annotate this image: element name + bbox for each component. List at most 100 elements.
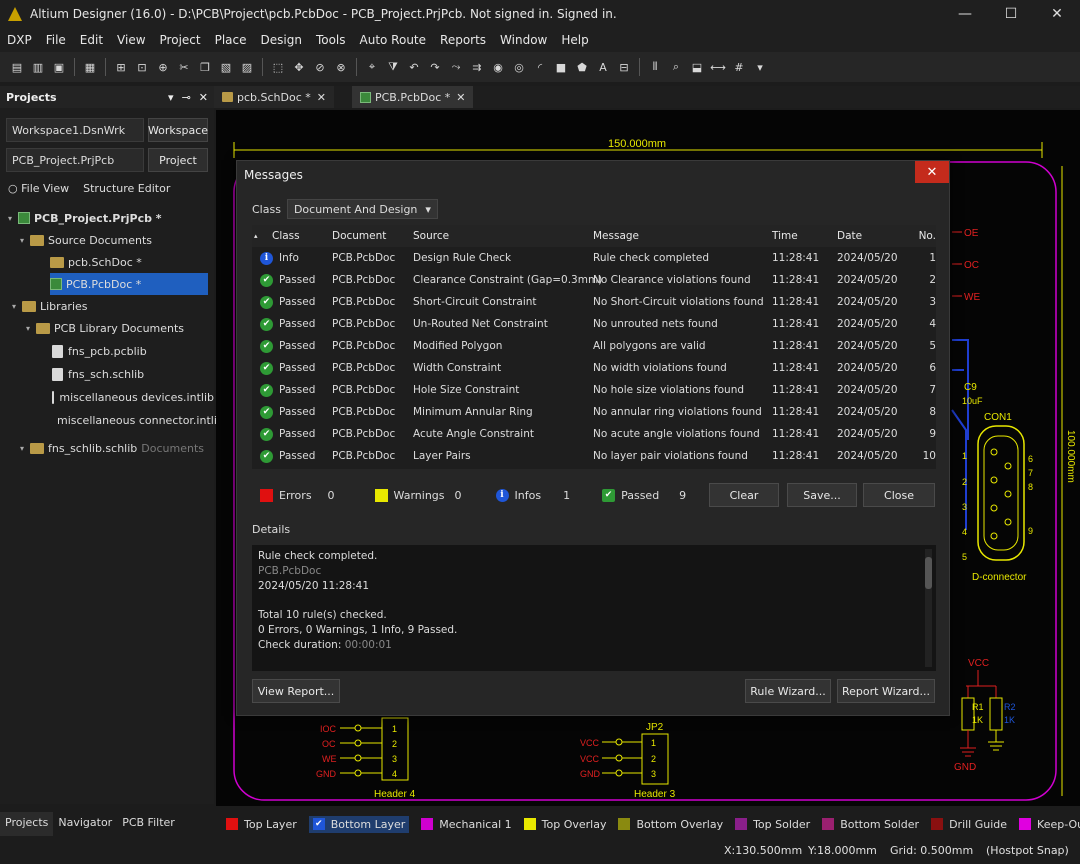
tab-projects[interactable]: Projects	[0, 812, 54, 836]
table-row[interactable]: ✔ Passed PCB.PcbDoc Width Constraint No widt…	[252, 357, 936, 379]
workspace-button[interactable]: Workspace	[148, 118, 208, 142]
zoom-selected-icon[interactable]: ⊕	[154, 58, 172, 76]
menu-tools[interactable]: Tools	[309, 33, 353, 47]
select-area-icon[interactable]: ⬚	[269, 58, 287, 76]
tab-navigator[interactable]: Navigator	[53, 812, 117, 836]
layer-tab-drill-guide[interactable]: Drill Guide	[931, 818, 1007, 831]
place-polygon-icon[interactable]: ⬟	[573, 58, 591, 76]
redo-icon[interactable]: ↷	[426, 58, 444, 76]
copy-icon[interactable]: ❐	[196, 58, 214, 76]
menu-auto-route[interactable]: Auto Route	[353, 33, 434, 47]
infos-count[interactable]: i Infos 1	[495, 488, 570, 502]
tab-sch-doc[interactable]: pcb.SchDoc * ✕	[214, 86, 334, 108]
column-header-class[interactable]: Class	[260, 230, 332, 242]
save-button[interactable]: Save...	[787, 483, 857, 507]
place-string-icon[interactable]: A	[594, 58, 612, 76]
tree-item-lib-4[interactable]: miscellaneous connector.intlib	[0, 409, 224, 431]
menu-place[interactable]: Place	[208, 33, 254, 47]
tree-item-lib-1[interactable]: fns_pcb.pcblib	[0, 340, 214, 362]
maximize-button[interactable]: ☐	[988, 0, 1034, 28]
move-icon[interactable]: ✥	[290, 58, 308, 76]
pin-icon[interactable]: ⊸	[182, 91, 191, 104]
warnings-count[interactable]: Warnings 0	[374, 488, 462, 502]
table-row[interactable]: ✔ Passed PCB.PcbDoc Modified Polygon All pol…	[252, 335, 936, 357]
interactive-route-icon[interactable]: ⤳	[447, 58, 465, 76]
cut-icon[interactable]: ✂	[175, 58, 193, 76]
table-row[interactable]: i Info PCB.PcbDoc Design Rule Check Rule che…	[252, 247, 936, 269]
menu-reports[interactable]: Reports	[433, 33, 493, 47]
layer-tab-top-overlay[interactable]: Top Overlay	[523, 818, 606, 831]
align-icon[interactable]: ⫴	[646, 58, 664, 76]
class-filter-select[interactable]: Document And Design ▾	[286, 199, 438, 219]
menu-view[interactable]: View	[110, 33, 152, 47]
project-button[interactable]: Project	[148, 148, 208, 172]
structure-editor-radio[interactable]: Structure Editor	[83, 182, 170, 195]
deselect-icon[interactable]: ⊘	[311, 58, 329, 76]
layer-tab-keep-out-layer[interactable]: Keep-Out Layer	[1019, 818, 1080, 831]
panel-menu-icon[interactable]: ▾	[168, 91, 174, 104]
layer-tab-bottom-solder[interactable]: Bottom Solder	[822, 818, 919, 831]
undo-icon[interactable]: ↶	[405, 58, 423, 76]
tab-close-icon[interactable]: ✕	[317, 91, 326, 104]
place-component-icon[interactable]: ⊟	[615, 58, 633, 76]
view-report-button[interactable]: View Report...	[252, 679, 340, 703]
new-file-icon[interactable]: ▤	[8, 58, 26, 76]
menu-help[interactable]: Help	[554, 33, 595, 47]
collapse-icon[interactable]: ▾	[20, 444, 30, 453]
panel-close-icon[interactable]: ✕	[199, 91, 208, 104]
layer-tab-top-layer[interactable]: Top Layer	[226, 818, 297, 831]
close-window-button[interactable]: ✕	[1034, 0, 1080, 28]
table-row[interactable]: ✔ Passed PCB.PcbDoc Hole Size Constraint No …	[252, 379, 936, 401]
workspace-combo[interactable]: Workspace1.DsnWrk	[6, 118, 144, 142]
table-row[interactable]: ✔ Passed PCB.PcbDoc Minimum Annular Ring No …	[252, 401, 936, 423]
table-row[interactable]: ✔ Passed PCB.PcbDoc Short-Circuit Constrain…	[252, 291, 936, 313]
table-row[interactable]: ✔ Passed PCB.PcbDoc Clearance Constraint (G…	[252, 269, 936, 291]
rule-wizard-button[interactable]: Rule Wizard...	[745, 679, 831, 703]
menu-file[interactable]: File	[39, 33, 73, 47]
collapse-icon[interactable]: ▾	[20, 236, 30, 245]
passed-count[interactable]: ✔ Passed 9	[602, 488, 686, 502]
tree-item-sch-doc[interactable]: pcb.SchDoc *	[0, 251, 214, 273]
place-fill-icon[interactable]: ■	[552, 58, 570, 76]
column-header-no[interactable]: No.	[915, 230, 936, 242]
place-arc-icon[interactable]: ◜	[531, 58, 549, 76]
print-icon[interactable]: ▦	[81, 58, 99, 76]
tree-item-lib-3[interactable]: miscellaneous devices.intlib	[0, 386, 214, 408]
close-button[interactable]: Close	[863, 483, 935, 507]
collapse-icon[interactable]: ▾	[8, 214, 18, 223]
layer-tab-bottom-layer[interactable]: ✔ Bottom Layer	[308, 815, 410, 833]
clear-button[interactable]: Clear	[709, 483, 779, 507]
dimension-icon[interactable]: ⟷	[709, 58, 727, 76]
tree-item-lib-2[interactable]: fns_sch.schlib	[0, 363, 214, 385]
find-similar-icon[interactable]: ⌕	[667, 58, 685, 76]
minimize-button[interactable]: —	[942, 0, 988, 28]
filter-icon[interactable]: ⧩	[384, 58, 402, 76]
layer-tab-bottom-overlay[interactable]: Bottom Overlay	[618, 818, 723, 831]
menu-edit[interactable]: Edit	[73, 33, 110, 47]
column-header-source[interactable]: Source	[413, 230, 593, 242]
tree-item-project[interactable]: ▾ PCB_Project.PrjPcb *	[0, 207, 214, 229]
zoom-area-icon[interactable]: ⊡	[133, 58, 151, 76]
tree-item-source-documents[interactable]: ▾ Source Documents	[0, 229, 214, 251]
clear-filter-icon[interactable]: ⊗	[332, 58, 350, 76]
column-header-time[interactable]: Time	[772, 230, 837, 242]
place-pad-icon[interactable]: ◉	[489, 58, 507, 76]
cross-probe-icon[interactable]: ⌖	[363, 58, 381, 76]
collapse-icon[interactable]: ▾	[26, 324, 36, 333]
open-folder-icon[interactable]: ▥	[29, 58, 47, 76]
tree-item-libraries[interactable]: ▾ Libraries	[0, 295, 214, 317]
table-row[interactable]: ✔ Passed PCB.PcbDoc Un-Routed Net Constrain…	[252, 313, 936, 335]
column-header-message[interactable]: Message	[593, 230, 772, 242]
menu-design[interactable]: Design	[254, 33, 309, 47]
scrollbar-thumb[interactable]	[925, 557, 932, 589]
toolbar-more-icon[interactable]: ▾	[751, 58, 769, 76]
tree-item-pcb-doc[interactable]: PCB.PcbDoc *	[50, 273, 208, 295]
rubber-stamp-icon[interactable]: ▨	[238, 58, 256, 76]
tree-item-lib-5[interactable]: ▾ fns_schlib.schlib Documents	[0, 437, 214, 459]
table-row[interactable]: ✔ Passed PCB.PcbDoc Acute Angle Constraint N…	[252, 423, 936, 445]
collapse-icon[interactable]: ▾	[12, 302, 22, 311]
place-via-icon[interactable]: ◎	[510, 58, 528, 76]
menu-dxp[interactable]: DXP	[0, 33, 39, 47]
messages-close-button[interactable]: ✕	[915, 161, 949, 183]
layer-tab-top-solder[interactable]: Top Solder	[735, 818, 810, 831]
